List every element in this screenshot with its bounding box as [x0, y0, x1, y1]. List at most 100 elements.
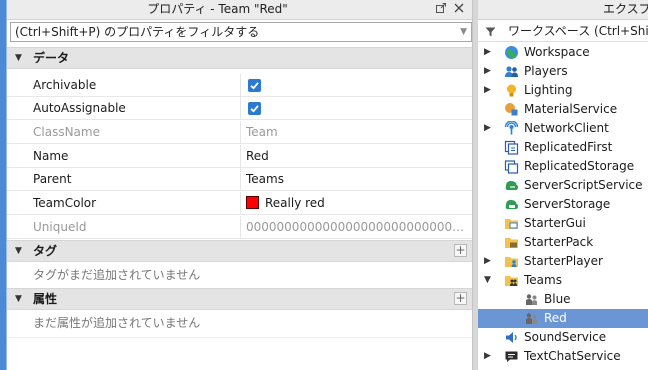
tree-item-label: Blue — [544, 292, 571, 306]
tree-item-replicatedstorage[interactable]: ReplicatedStorage — [478, 157, 648, 176]
tree-item-players[interactable]: ▶ Players — [478, 62, 648, 81]
server-storage-icon — [504, 197, 519, 212]
property-name: Archivable — [33, 78, 97, 92]
teamcolor-value-field[interactable]: Really red — [246, 192, 467, 214]
tree-item-materialservice[interactable]: MaterialService — [478, 100, 648, 119]
property-name: Parent — [33, 172, 72, 186]
globe-icon — [504, 45, 519, 60]
teams-folder-icon — [504, 273, 519, 288]
column-divider — [240, 121, 241, 143]
property-row-archivable[interactable]: Archivable — [7, 74, 473, 97]
team-icon — [524, 311, 539, 326]
server-script-service-icon — [504, 178, 519, 193]
autoassignable-checkbox[interactable] — [248, 102, 261, 115]
section-attributes-header[interactable]: ▼ 属性 + — [7, 288, 473, 310]
property-filter-input[interactable]: (Ctrl+Shift+P) のプロパティをフィルタする ▼ — [10, 22, 472, 42]
tree-item-label: Workspace — [524, 45, 590, 59]
property-name: ClassName — [33, 125, 100, 139]
expand-right-arrow-icon[interactable]: ▶ — [484, 43, 491, 62]
starter-player-icon — [504, 254, 519, 269]
players-icon — [504, 64, 519, 79]
tree-item-soundservice[interactable]: SoundService — [478, 328, 648, 347]
expand-down-arrow-icon[interactable]: ▼ — [484, 271, 491, 290]
text-chat-service-icon — [504, 349, 519, 364]
tree-item-label: ServerScriptService — [524, 178, 643, 192]
property-row-uniqueid: UniqueId 0000000000000000000000000000000… — [7, 216, 473, 239]
lightbulb-icon — [504, 83, 519, 98]
tree-item-workspace[interactable]: ▶ Workspace — [478, 43, 648, 62]
explorer-filter-placeholder: ワークスペース (Ctrl+Shift — [508, 24, 648, 38]
property-row-classname: ClassName Team — [7, 121, 473, 144]
section-data-label: データ — [33, 51, 70, 65]
column-divider — [240, 192, 241, 214]
property-value: Team — [246, 125, 278, 139]
parent-value-field[interactable]: Teams — [246, 168, 467, 190]
tree-item-label: ReplicatedFirst — [524, 140, 613, 154]
property-name: UniqueId — [33, 220, 87, 234]
team-icon — [524, 292, 539, 307]
explorer-filter-input[interactable]: ワークスペース (Ctrl+Shift — [478, 21, 648, 42]
collapse-triangle-icon[interactable]: ▼ — [15, 241, 22, 261]
column-divider — [240, 168, 241, 190]
property-filter-placeholder: (Ctrl+Shift+P) のプロパティをフィルタする — [15, 25, 260, 39]
tree-item-teams[interactable]: ▼ Teams — [478, 271, 648, 290]
section-data-header[interactable]: ▼ データ — [7, 47, 473, 69]
property-name: TeamColor — [33, 196, 97, 210]
section-attributes-label: 属性 — [33, 292, 58, 306]
tree-item-textchatservice[interactable]: ▶ TextChatService — [478, 347, 648, 366]
network-client-icon — [504, 120, 519, 136]
tags-empty-text: タグがまだ追加されていません — [33, 268, 201, 282]
tree-item-startergui[interactable]: StarterGui — [478, 214, 648, 233]
teamcolor-text: Really red — [265, 196, 325, 210]
attributes-empty-text: まだ属性が追加されていません — [33, 316, 201, 330]
attributes-empty-row: まだ属性が追加されていません — [7, 312, 473, 335]
tree-item-label: Lighting — [524, 83, 573, 97]
add-tag-button[interactable]: + — [454, 244, 467, 257]
filter-icon[interactable] — [485, 26, 496, 40]
name-value-field[interactable]: Red — [246, 145, 467, 167]
collapse-triangle-icon[interactable]: ▼ — [15, 48, 22, 68]
tree-item-label: TextChatService — [524, 349, 621, 363]
tree-item-serverstorage[interactable]: ServerStorage — [478, 195, 648, 214]
divider-line — [7, 337, 473, 338]
section-tags-header[interactable]: ▼ タグ + — [7, 240, 473, 262]
property-name: Name — [33, 149, 69, 163]
property-row-name[interactable]: Name Red — [7, 145, 473, 168]
tree-item-starterpack[interactable]: StarterPack — [478, 233, 648, 252]
tree-item-label: ReplicatedStorage — [524, 159, 635, 173]
chevron-down-icon[interactable]: ▼ — [460, 23, 467, 41]
tree-item-label: StarterPack — [524, 235, 594, 249]
tree-item-label: Players — [524, 64, 568, 78]
tree-item-red[interactable]: Red — [478, 309, 648, 328]
section-tags-label: タグ — [33, 244, 58, 258]
starter-gui-icon — [504, 216, 519, 231]
close-icon[interactable] — [450, 1, 468, 19]
tree-item-lighting[interactable]: ▶ Lighting — [478, 81, 648, 100]
expand-right-arrow-icon[interactable]: ▶ — [484, 62, 491, 81]
tree-item-replicatedfirst[interactable]: ReplicatedFirst — [478, 138, 648, 157]
property-name: AutoAssignable — [33, 101, 126, 115]
replicated-first-icon — [504, 140, 519, 155]
add-attribute-button[interactable]: + — [454, 292, 467, 305]
tree-item-networkclient[interactable]: ▶ NetworkClient — [478, 119, 648, 138]
expand-right-arrow-icon[interactable]: ▶ — [484, 81, 491, 100]
expand-right-arrow-icon[interactable]: ▶ — [484, 119, 491, 138]
tree-item-serverscriptservice[interactable]: ServerScriptService — [478, 176, 648, 195]
tree-item-blue[interactable]: Blue — [478, 290, 648, 309]
property-row-autoassignable[interactable]: AutoAssignable — [7, 97, 473, 120]
color-swatch[interactable] — [246, 196, 259, 209]
column-divider — [240, 145, 241, 167]
column-divider — [240, 97, 241, 119]
archivable-checkbox[interactable] — [248, 79, 261, 92]
expand-right-arrow-icon[interactable]: ▶ — [484, 347, 491, 366]
collapse-triangle-icon[interactable]: ▼ — [15, 289, 22, 309]
tree-item-label: Teams — [524, 273, 562, 287]
popout-icon[interactable] — [432, 1, 450, 19]
starter-pack-icon — [504, 235, 519, 250]
tree-item-starterplayer[interactable]: ▶ StarterPlayer — [478, 252, 648, 271]
property-row-teamcolor[interactable]: TeamColor Really red — [7, 192, 473, 215]
property-row-parent[interactable]: Parent Teams — [7, 168, 473, 191]
properties-titlebar: プロパティ - Team "Red" — [7, 0, 472, 20]
expand-right-arrow-icon[interactable]: ▶ — [484, 252, 491, 271]
properties-content: プロパティ - Team "Red" (Ctrl+Shift+P) のプロパティ… — [6, 0, 473, 370]
